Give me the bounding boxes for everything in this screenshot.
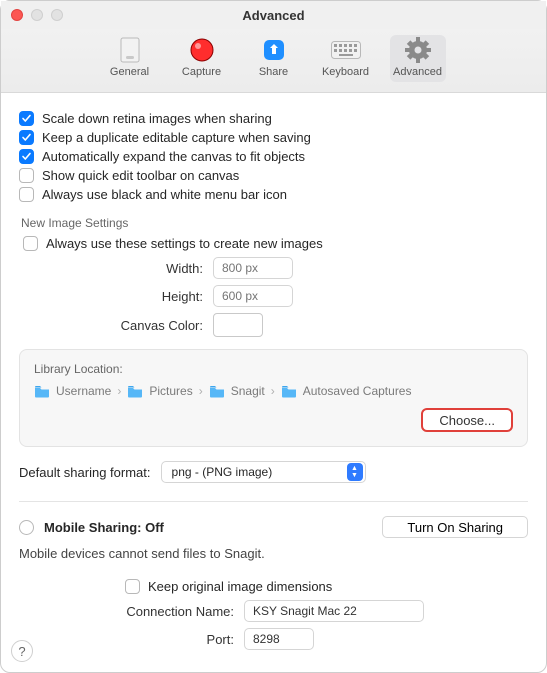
- label-scale-retina: Scale down retina images when sharing: [42, 111, 272, 126]
- default-sharing-format-label: Default sharing format:: [19, 465, 151, 480]
- checkbox-duplicate-capture[interactable]: [19, 130, 34, 145]
- updown-icon: ▲▼: [347, 463, 363, 481]
- new-image-section-title: New Image Settings: [19, 216, 528, 230]
- chevron-right-icon: ›: [117, 384, 121, 398]
- gear-icon: [402, 37, 434, 63]
- divider: [19, 501, 528, 502]
- library-breadcrumb: Username › Pictures › Snagit › Autosaved…: [34, 384, 513, 398]
- crumb-seg: Username: [56, 384, 111, 398]
- prefs-toolbar: General Capture Share Keyboard Advanced: [1, 29, 546, 93]
- canvas-color-label: Canvas Color:: [23, 318, 213, 333]
- library-location-box: Library Location: Username › Pictures › …: [19, 349, 528, 447]
- tab-keyboard[interactable]: Keyboard: [318, 35, 374, 82]
- zoom-window-button[interactable]: [51, 9, 63, 21]
- close-window-button[interactable]: [11, 9, 23, 21]
- mobile-sharing-radio[interactable]: [19, 520, 34, 535]
- general-icon: [114, 37, 146, 63]
- label-expand-canvas: Automatically expand the canvas to fit o…: [42, 149, 305, 164]
- checkbox-quick-edit[interactable]: [19, 168, 34, 183]
- default-sharing-format-select[interactable]: png - (PNG image) ▲▼: [161, 461, 366, 483]
- tab-advanced-label: Advanced: [390, 66, 446, 78]
- checkbox-always-use-settings[interactable]: [23, 236, 38, 251]
- checkbox-keep-original-dimensions[interactable]: [125, 579, 140, 594]
- tab-share-label: Share: [246, 66, 302, 78]
- keyboard-icon: [330, 37, 362, 63]
- label-always-use-settings: Always use these settings to create new …: [46, 236, 323, 251]
- label-quick-edit: Show quick edit toolbar on canvas: [42, 168, 239, 183]
- folder-icon: [209, 385, 225, 398]
- crumb-seg: Snagit: [231, 384, 265, 398]
- label-duplicate-capture: Keep a duplicate editable capture when s…: [42, 130, 311, 145]
- checkbox-expand-canvas[interactable]: [19, 149, 34, 164]
- port-input[interactable]: [244, 628, 314, 650]
- minimize-window-button[interactable]: [31, 9, 43, 21]
- height-input[interactable]: [213, 285, 293, 307]
- folder-icon: [127, 385, 143, 398]
- connection-name-label: Connection Name:: [19, 604, 244, 619]
- tab-general-label: General: [102, 66, 158, 78]
- window-controls: [11, 9, 63, 21]
- capture-icon: [186, 37, 218, 63]
- mobile-sharing-desc: Mobile devices cannot send files to Snag…: [19, 546, 528, 561]
- connection-name-input[interactable]: [244, 600, 424, 622]
- label-keep-original-dimensions: Keep original image dimensions: [148, 579, 332, 594]
- help-button[interactable]: ?: [11, 640, 33, 662]
- port-label: Port:: [19, 632, 244, 647]
- tab-general[interactable]: General: [102, 35, 158, 82]
- folder-icon: [34, 385, 50, 398]
- share-icon: [258, 37, 290, 63]
- width-label: Width:: [23, 261, 213, 276]
- checkbox-scale-retina[interactable]: [19, 111, 34, 126]
- turn-on-sharing-button[interactable]: Turn On Sharing: [382, 516, 528, 538]
- crumb-seg: Pictures: [149, 384, 192, 398]
- tab-capture[interactable]: Capture: [174, 35, 230, 82]
- height-label: Height:: [23, 289, 213, 304]
- tab-share[interactable]: Share: [246, 35, 302, 82]
- titlebar: Advanced: [1, 1, 546, 29]
- chevron-right-icon: ›: [271, 384, 275, 398]
- canvas-color-swatch[interactable]: [213, 313, 263, 337]
- width-input[interactable]: [213, 257, 293, 279]
- window-title: Advanced: [1, 8, 546, 23]
- crumb-seg: Autosaved Captures: [303, 384, 412, 398]
- choose-library-button[interactable]: Choose...: [421, 408, 513, 432]
- tab-capture-label: Capture: [174, 66, 230, 78]
- label-bw-menubar: Always use black and white menu bar icon: [42, 187, 287, 202]
- tab-advanced[interactable]: Advanced: [390, 35, 446, 82]
- tab-keyboard-label: Keyboard: [318, 66, 374, 78]
- folder-icon: [281, 385, 297, 398]
- mobile-sharing-title: Mobile Sharing: Off: [44, 520, 164, 535]
- chevron-right-icon: ›: [199, 384, 203, 398]
- library-location-title: Library Location:: [34, 362, 513, 376]
- select-value: png - (PNG image): [172, 465, 273, 479]
- checkbox-bw-menubar[interactable]: [19, 187, 34, 202]
